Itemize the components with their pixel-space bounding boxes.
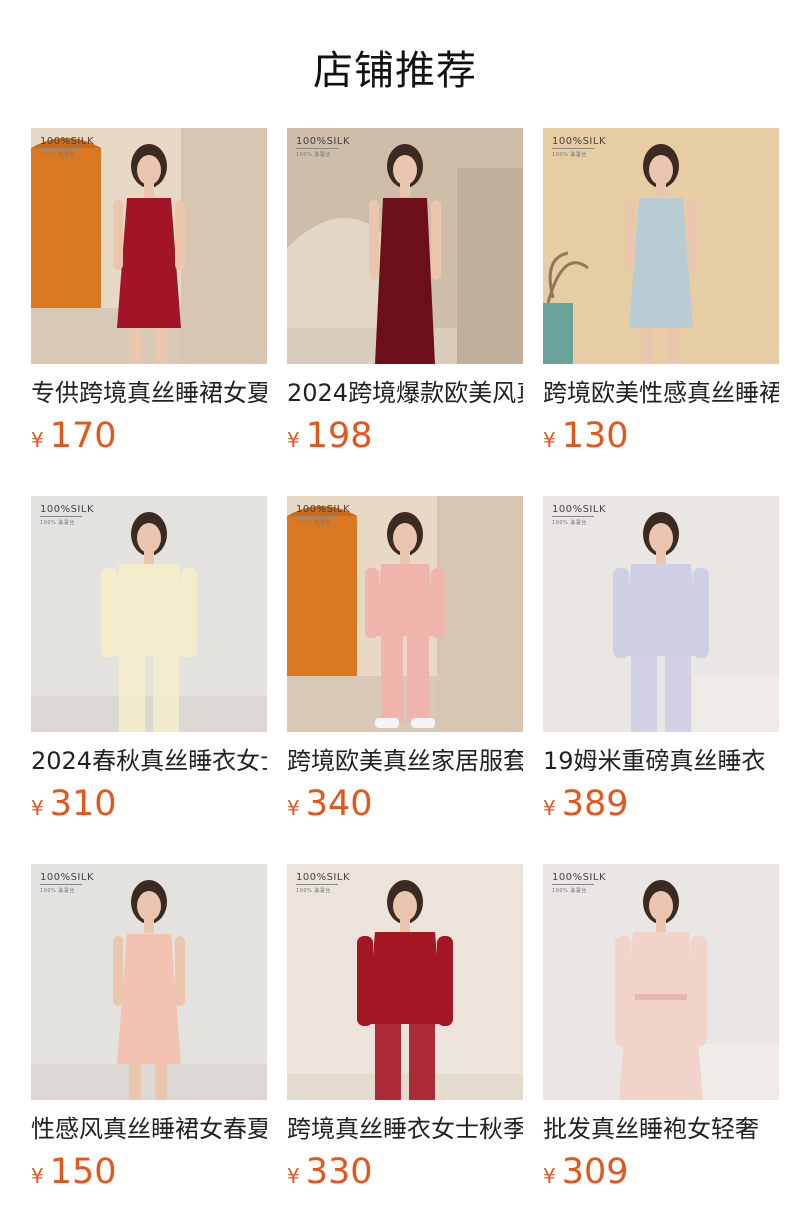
currency-symbol: ¥: [31, 1164, 44, 1188]
price-value: 389: [561, 784, 629, 824]
product-name[interactable]: 跨境欧美性感真丝睡裙: [543, 378, 779, 408]
product-image[interactable]: 100%SILK 100% 桑蚕丝: [543, 496, 779, 732]
product-price: ¥309: [543, 1152, 779, 1198]
product-image[interactable]: 100%SILK 100% 桑蚕丝: [543, 128, 779, 364]
price-value: 130: [561, 416, 629, 456]
product-name[interactable]: 专供跨境真丝睡裙女夏季: [31, 378, 267, 408]
currency-symbol: ¥: [543, 796, 556, 820]
product-name[interactable]: 跨境欧美真丝家居服套装: [287, 746, 523, 776]
price-value: 330: [305, 1152, 373, 1192]
product-price: ¥198: [287, 416, 523, 462]
brand-logo: 100%SILK 100% 桑蚕丝: [40, 504, 94, 529]
brand-logo: 100%SILK 100% 桑蚕丝: [296, 504, 350, 529]
product-price: ¥310: [31, 784, 267, 830]
product-card[interactable]: 100%SILK 100% 桑蚕丝 2024春秋真丝睡衣女士 ¥310: [31, 496, 267, 864]
product-name[interactable]: 19姆米重磅真丝睡衣: [543, 746, 779, 776]
product-image[interactable]: 100%SILK 100% 桑蚕丝: [287, 128, 523, 364]
product-card[interactable]: 100%SILK 100% 桑蚕丝 19姆米重磅真丝睡衣 ¥389: [543, 496, 779, 864]
product-photo: [287, 864, 523, 1100]
currency-symbol: ¥: [31, 428, 44, 452]
product-name[interactable]: 批发真丝睡袍女轻奢: [543, 1114, 779, 1144]
currency-symbol: ¥: [31, 796, 44, 820]
product-card[interactable]: 100%SILK 100% 桑蚕丝 性感风真丝睡裙女春夏 ¥150: [31, 864, 267, 1232]
product-photo: [287, 496, 523, 732]
product-image[interactable]: 100%SILK 100% 桑蚕丝: [287, 496, 523, 732]
brand-logo: 100%SILK 100% 桑蚕丝: [552, 504, 606, 529]
brand-logo: 100%SILK 100% 桑蚕丝: [296, 872, 350, 897]
product-name[interactable]: 跨境真丝睡衣女士秋季: [287, 1114, 523, 1144]
product-image[interactable]: 100%SILK 100% 桑蚕丝: [31, 496, 267, 732]
price-value: 310: [49, 784, 117, 824]
price-value: 309: [561, 1152, 629, 1192]
product-price: ¥340: [287, 784, 523, 830]
product-name[interactable]: 2024春秋真丝睡衣女士: [31, 746, 267, 776]
price-value: 340: [305, 784, 373, 824]
product-price: ¥389: [543, 784, 779, 830]
product-card[interactable]: 100%SILK 100% 桑蚕丝 批发真丝睡袍女轻奢 ¥309: [543, 864, 779, 1232]
brand-logo: 100%SILK 100% 桑蚕丝: [552, 136, 606, 161]
product-image[interactable]: 100%SILK 100% 桑蚕丝: [543, 864, 779, 1100]
brand-logo: 100%SILK 100% 桑蚕丝: [40, 136, 94, 161]
currency-symbol: ¥: [543, 428, 556, 452]
product-card[interactable]: 100%SILK 100% 桑蚕丝 跨境欧美性感真丝睡裙 ¥130: [543, 128, 779, 496]
product-price: ¥170: [31, 416, 267, 462]
product-price: ¥130: [543, 416, 779, 462]
product-image[interactable]: 100%SILK 100% 桑蚕丝: [31, 128, 267, 364]
currency-symbol: ¥: [287, 796, 300, 820]
product-name[interactable]: 性感风真丝睡裙女春夏: [31, 1114, 267, 1144]
product-card[interactable]: 100%SILK100% 桑蚕丝 专供跨境真丝睡裙女夏季 ¥170: [31, 128, 267, 496]
product-photo: [543, 128, 779, 364]
brand-logo: 100%SILK 100% 桑蚕丝: [296, 136, 350, 161]
price-value: 150: [49, 1152, 117, 1192]
product-name[interactable]: 2024跨境爆款欧美风真丝: [287, 378, 523, 408]
brand-logo: 100%SILK 100% 桑蚕丝: [40, 872, 94, 897]
product-photo: [287, 128, 523, 364]
product-price: ¥150: [31, 1152, 267, 1198]
currency-symbol: ¥: [287, 428, 300, 452]
currency-symbol: ¥: [287, 1164, 300, 1188]
product-photo: [543, 864, 779, 1100]
product-photo: [31, 496, 267, 732]
brand-logo: 100%SILK 100% 桑蚕丝: [552, 872, 606, 897]
currency-symbol: ¥: [543, 1164, 556, 1188]
product-card[interactable]: 100%SILK 100% 桑蚕丝 跨境真丝睡衣女士秋季 ¥330: [287, 864, 523, 1232]
product-image[interactable]: 100%SILK 100% 桑蚕丝: [287, 864, 523, 1100]
price-value: 198: [305, 416, 373, 456]
price-value: 170: [49, 416, 117, 456]
product-photo: [31, 864, 267, 1100]
shop-recommendation-page: 店铺推荐 100%SILK100% 桑蚕丝 专供跨境真丝睡裙女夏季 ¥170 1…: [0, 0, 790, 1232]
product-grid: 100%SILK100% 桑蚕丝 专供跨境真丝睡裙女夏季 ¥170 100%SI…: [31, 128, 779, 1232]
product-price: ¥330: [287, 1152, 523, 1198]
product-image[interactable]: 100%SILK 100% 桑蚕丝: [31, 864, 267, 1100]
product-card[interactable]: 100%SILK100% 桑蚕丝 跨境欧美真丝家居服套装 ¥340: [287, 496, 523, 864]
page-title: 店铺推荐: [313, 48, 477, 94]
product-photo: [31, 128, 267, 364]
product-card[interactable]: 100%SILK100% 桑蚕丝 2024跨境爆款欧美风真丝 ¥198: [287, 128, 523, 496]
product-photo: [543, 496, 779, 732]
